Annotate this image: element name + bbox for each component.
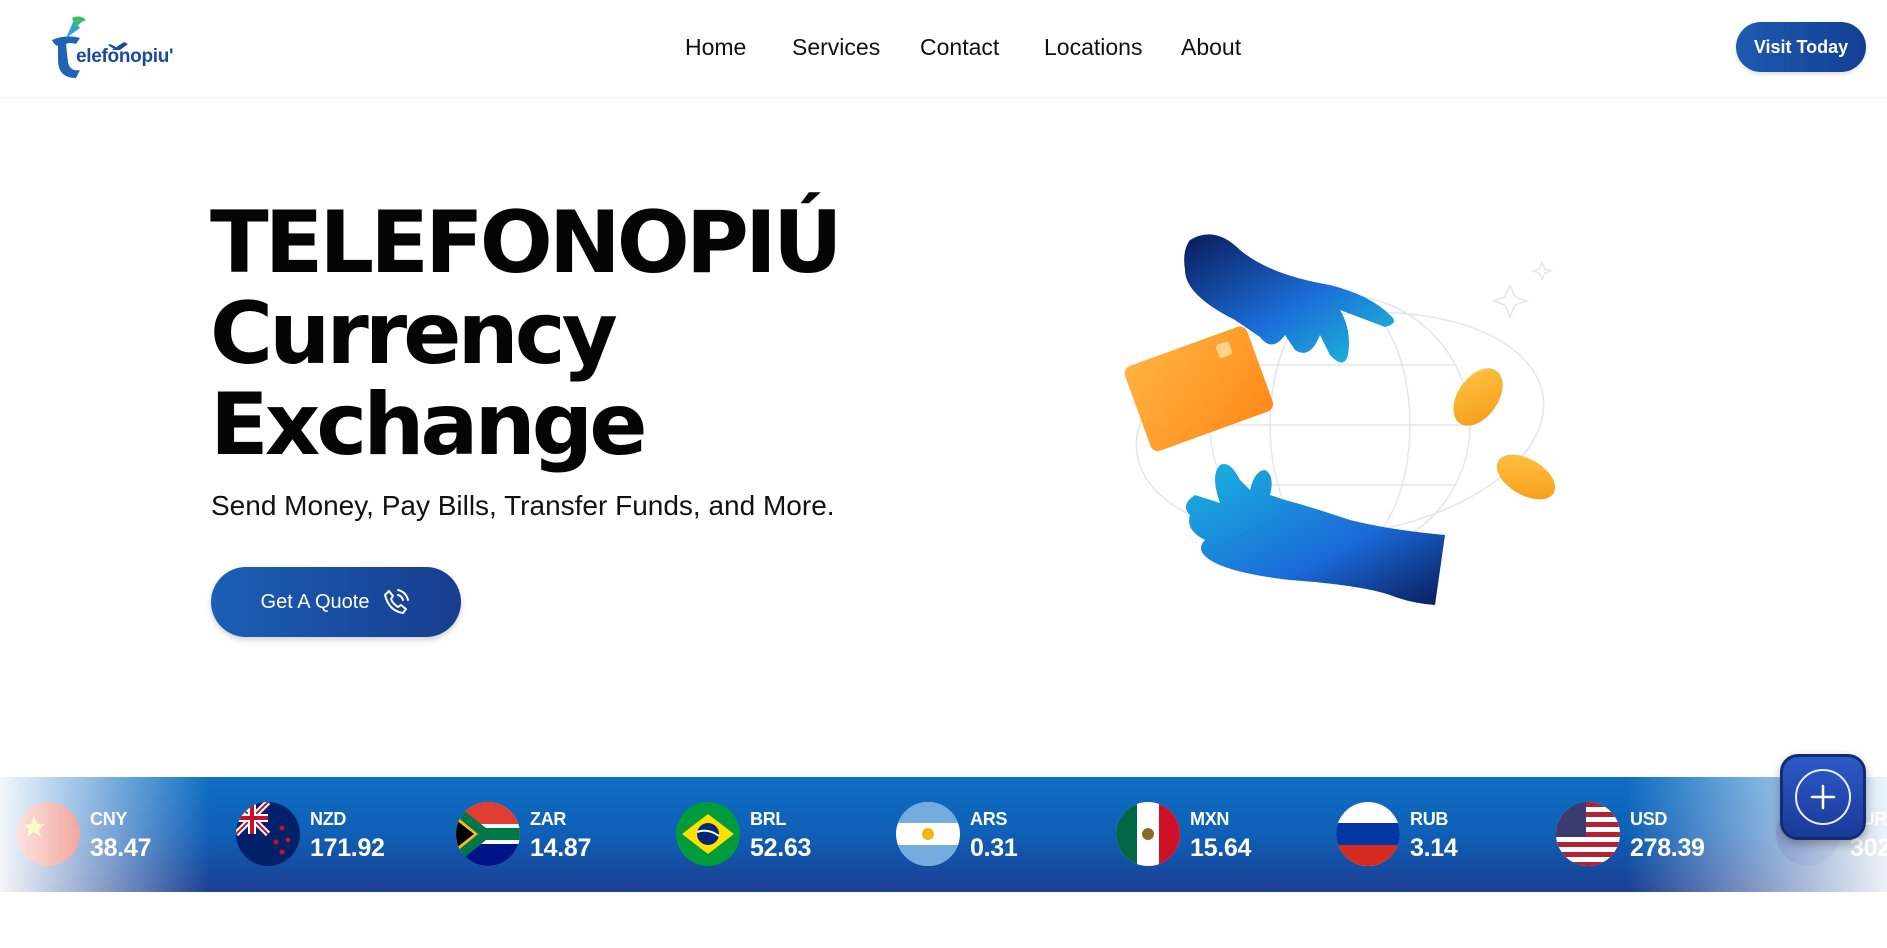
currency-rate: 14.87 (530, 834, 592, 862)
south-africa-flag-icon (456, 802, 520, 866)
currency-code: CNY (90, 809, 128, 829)
currency-code: MXN (1190, 809, 1230, 829)
plus-icon (1795, 769, 1851, 825)
currency-code: ARS (970, 809, 1008, 829)
currency-rate: 0.31 (970, 834, 1018, 862)
currency-rate: 38.47 (90, 834, 152, 862)
currency-rate: 302 (1850, 834, 1887, 862)
visit-today-button[interactable]: Visit Today (1736, 22, 1866, 72)
currency-code: NZD (310, 809, 347, 829)
new-zealand-flag-icon (236, 802, 300, 866)
nav-contact[interactable]: Contact (920, 34, 999, 61)
hero-subtitle: Send Money, Pay Bills, Transfer Funds, a… (211, 490, 835, 521)
currency-code: USD (1630, 809, 1668, 829)
nav-home[interactable]: Home (685, 34, 746, 61)
brazil-flag-icon (676, 802, 740, 866)
nav-locations[interactable]: Locations (1044, 34, 1142, 61)
currency-rate: 3.14 (1410, 834, 1458, 862)
nav-about[interactable]: About (1181, 34, 1241, 61)
phone-icon (384, 589, 410, 614)
hero-title-line-2: Currency (210, 284, 618, 384)
hero-title-line-1: TELEFONOPIÚ (210, 193, 843, 293)
hero-title: TELEFONOPIÚ Currency Exchange (210, 193, 843, 475)
russia-flag-icon (1336, 802, 1400, 866)
currency-code: ZAR (530, 809, 567, 829)
currency-ticker: CNY 38.47 NZD 171.92 ZAR 14.87 BRL 52.63… (0, 777, 1887, 892)
site-header: elefonopiu' Home Services Contact Locati… (0, 0, 1887, 98)
logo[interactable]: elefonopiu' (46, 14, 174, 78)
money-exchange-hands-icon (1090, 225, 1570, 615)
nav-services[interactable]: Services (792, 34, 880, 61)
currency-code: BRL (750, 809, 787, 829)
china-flag-icon (16, 802, 80, 866)
get-a-quote-label: Get A Quote (260, 590, 370, 613)
mexico-flag-icon (1116, 802, 1180, 866)
currency-rate: 171.92 (310, 834, 385, 862)
currency-rate: 52.63 (750, 834, 812, 862)
hero-title-line-3: Exchange (210, 375, 648, 475)
get-a-quote-button[interactable]: Get A Quote (211, 567, 461, 637)
currency-rate: 15.64 (1190, 834, 1252, 862)
currency-code: RUB (1410, 809, 1449, 829)
floating-action-button[interactable] (1780, 754, 1866, 840)
logo-text: elefonopiu' (76, 46, 174, 67)
currency-rate: 278.39 (1630, 834, 1705, 862)
argentina-flag-icon (896, 802, 960, 866)
usa-flag-icon (1556, 802, 1620, 866)
